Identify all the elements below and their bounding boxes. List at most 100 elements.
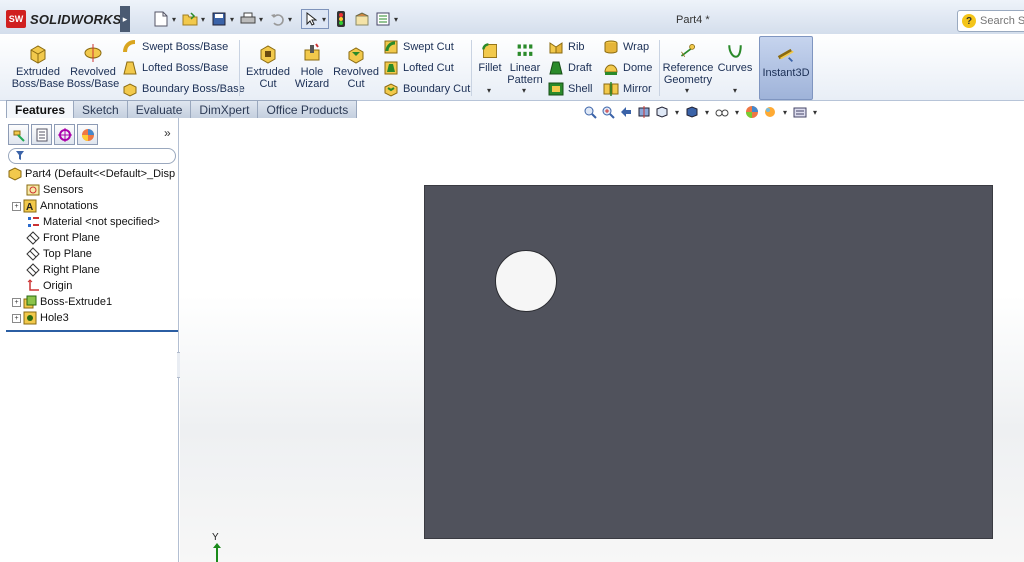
fillet-label: Fillet — [478, 62, 502, 74]
tree-item-front-plane[interactable]: Front Plane — [26, 230, 100, 246]
plane-icon — [26, 247, 40, 261]
revolved-cut-button[interactable]: Revolved Cut — [333, 36, 379, 98]
options-dropdown-icon[interactable]: ▾ — [392, 15, 400, 24]
mirror-button[interactable]: Mirror — [603, 80, 652, 98]
filter-icon — [16, 151, 24, 160]
search-input[interactable] — [980, 15, 1024, 27]
zoom-to-area-icon[interactable] — [601, 105, 615, 119]
search-box[interactable]: ? — [957, 10, 1024, 32]
hole-wizard-button[interactable]: Hole Wizard — [292, 36, 332, 98]
new-dropdown-icon[interactable]: ▾ — [170, 15, 178, 24]
hide-show-dropdown-icon[interactable]: ▾ — [733, 108, 741, 117]
previous-view-icon[interactable] — [619, 105, 633, 119]
tab-evaluate[interactable]: Evaluate — [126, 100, 192, 118]
extruded-boss-button[interactable]: Extruded Boss/Base — [12, 36, 64, 98]
instant3d-button[interactable]: Instant3D — [759, 36, 813, 100]
display-style-icon[interactable] — [685, 105, 699, 119]
save-dropdown-icon[interactable]: ▾ — [228, 15, 236, 24]
save-icon[interactable] — [210, 10, 228, 28]
apply-scene-dropdown-icon[interactable]: ▾ — [781, 108, 789, 117]
solidworks-logo[interactable]: SW SOLIDWORKS — [6, 8, 122, 30]
swept-cut-button[interactable]: Swept Cut — [383, 38, 454, 56]
options-icon[interactable] — [374, 10, 392, 28]
select-dropdown-icon[interactable]: ▾ — [320, 15, 328, 24]
draft-button[interactable]: Draft — [548, 59, 592, 77]
hole-feature[interactable] — [495, 250, 557, 312]
tree-filter-field[interactable] — [8, 148, 176, 164]
expand-toggle-icon[interactable]: + — [12, 313, 21, 323]
open-dropdown-icon[interactable]: ▾ — [199, 15, 207, 24]
edit-appearance-icon[interactable] — [745, 105, 759, 119]
command-manager-tabs: Features Sketch Evaluate DimXpert Office… — [6, 100, 358, 119]
shell-button[interactable]: Shell — [548, 80, 592, 98]
view-settings-dropdown-icon[interactable]: ▾ — [811, 108, 819, 117]
tab-sketch[interactable]: Sketch — [73, 100, 128, 118]
plane-icon — [26, 263, 40, 277]
tab-dimxpert[interactable]: DimXpert — [190, 100, 259, 118]
open-folder-icon[interactable] — [181, 10, 199, 28]
title-bar: SW SOLIDWORKS ▸ ▾ ▾ ▾ ▾ ▾ ▾ ▾ Part4 * ? … — [0, 0, 1024, 35]
part-model-face[interactable] — [424, 185, 993, 539]
tree-item-hole3[interactable]: + Hole3 — [12, 310, 69, 326]
tab-office-products[interactable]: Office Products — [257, 100, 358, 118]
new-document-icon[interactable] — [152, 10, 170, 28]
tree-item-sensors[interactable]: Sensors — [26, 182, 83, 198]
tab-features[interactable]: Features — [6, 100, 75, 119]
print-icon[interactable] — [239, 10, 257, 28]
curves-dropdown-icon[interactable]: ▾ — [733, 86, 737, 95]
tree-item-label: Annotations — [40, 200, 99, 212]
help-question-icon[interactable]: ? — [962, 14, 976, 28]
wrap-button[interactable]: Wrap — [603, 38, 649, 56]
tree-item-boss-extrude1[interactable]: + Boss-Extrude1 — [12, 294, 112, 310]
pattern-dropdown-icon[interactable]: ▾ — [522, 86, 526, 95]
tree-item-right-plane[interactable]: Right Plane — [26, 262, 100, 278]
tree-item-top-plane[interactable]: Top Plane — [26, 246, 92, 262]
panel-divider[interactable] — [6, 330, 178, 332]
expand-toggle-icon[interactable]: + — [12, 201, 21, 211]
file-properties-icon[interactable] — [353, 10, 371, 28]
view-orientation-dropdown-icon[interactable]: ▾ — [673, 108, 681, 117]
section-view-icon[interactable] — [637, 105, 651, 119]
view-orientation-icon[interactable] — [655, 105, 669, 119]
linear-pattern-label: Linear Pattern — [507, 62, 543, 86]
display-style-dropdown-icon[interactable]: ▾ — [703, 108, 711, 117]
tree-item-material[interactable]: Material <not specified> — [26, 214, 160, 230]
display-manager-icon[interactable] — [77, 124, 98, 145]
zoom-to-fit-icon[interactable] — [583, 105, 597, 119]
expand-toggle-icon[interactable]: + — [12, 297, 21, 307]
boundary-boss-button[interactable]: Boundary Boss/Base — [122, 80, 245, 98]
hide-show-items-icon[interactable] — [715, 105, 729, 119]
lofted-cut-button[interactable]: Lofted Cut — [383, 59, 454, 77]
property-manager-icon[interactable] — [31, 124, 52, 145]
select-cursor-icon[interactable] — [302, 10, 320, 28]
rib-icon — [549, 42, 563, 54]
rib-button[interactable]: Rib — [548, 38, 585, 56]
lofted-boss-button[interactable]: Lofted Boss/Base — [122, 59, 228, 77]
tree-item-origin[interactable]: Origin — [26, 278, 72, 294]
undo-icon[interactable] — [268, 10, 286, 28]
swept-boss-button[interactable]: Swept Boss/Base — [122, 38, 228, 56]
view-settings-icon[interactable] — [793, 105, 807, 119]
lofted-boss-icon — [123, 61, 137, 75]
tree-item-annotations[interactable]: + A Annotations — [12, 198, 98, 214]
fillet-dropdown-icon[interactable]: ▾ — [487, 86, 491, 95]
apply-scene-icon[interactable] — [763, 105, 777, 119]
menu-expand-icon[interactable]: ▸ — [120, 6, 130, 32]
revolved-boss-button[interactable]: Revolved Boss/Base — [66, 36, 120, 98]
boundary-cut-button[interactable]: Boundary Cut — [383, 80, 470, 98]
shell-icon — [548, 82, 564, 96]
revolved-boss-label: Revolved Boss/Base — [66, 66, 120, 90]
rebuild-traffic-light-icon[interactable] — [332, 10, 350, 28]
panel-more-icon[interactable]: » — [164, 126, 171, 140]
undo-dropdown-icon[interactable]: ▾ — [286, 15, 294, 24]
reference-geometry-icon — [680, 44, 696, 57]
svg-text:A: A — [26, 202, 33, 213]
feature-manager-tree-icon[interactable] — [8, 124, 29, 145]
dome-button[interactable]: Dome — [603, 59, 652, 77]
configuration-manager-icon[interactable] — [54, 124, 75, 145]
print-dropdown-icon[interactable]: ▾ — [257, 15, 265, 24]
feature-manager-panel: » Part4 (Default<<Default>_Disp Sensors … — [6, 118, 179, 562]
tree-root-part[interactable]: Part4 (Default<<Default>_Disp — [8, 166, 175, 182]
extruded-cut-button[interactable]: Extruded Cut — [244, 36, 292, 98]
reference-geometry-dropdown-icon[interactable]: ▾ — [685, 86, 689, 95]
